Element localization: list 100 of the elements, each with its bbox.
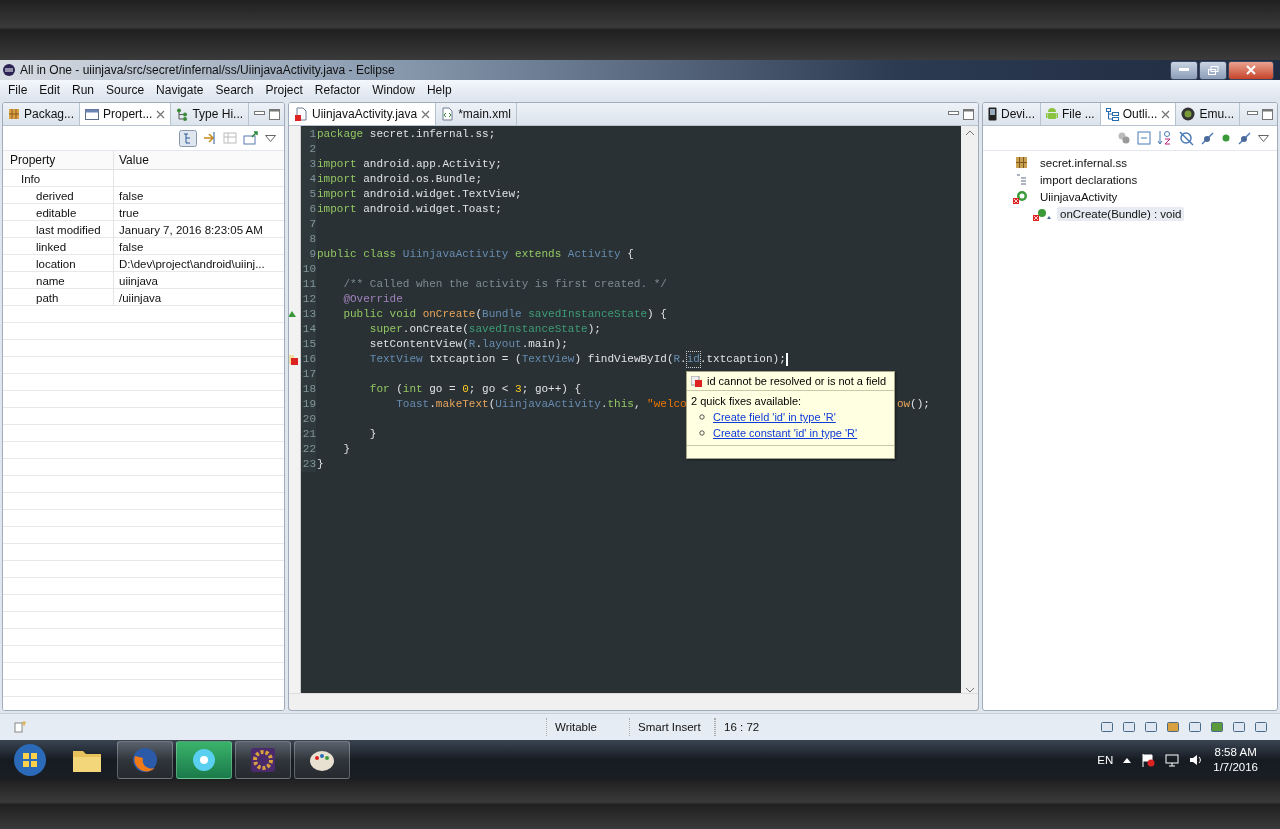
properties-icon	[85, 108, 100, 120]
maximize-icon[interactable]	[1262, 108, 1273, 120]
code-line: import android.widget.TextView;	[316, 187, 522, 202]
panel-tab[interactable]: Outli...	[1100, 103, 1177, 125]
menu-item[interactable]: Window	[366, 82, 421, 97]
code-line: package secret.infernal.ss;	[316, 127, 496, 142]
property-value: false	[119, 240, 144, 253]
flag-icon[interactable]	[1141, 753, 1156, 767]
restore-icon	[1207, 65, 1219, 75]
menu-item[interactable]: Search	[209, 82, 260, 97]
restore-button[interactable]	[1199, 60, 1227, 80]
circles-icon[interactable]	[1117, 131, 1131, 145]
film-icon[interactable]	[176, 741, 232, 779]
scroll-up-icon[interactable]	[965, 130, 974, 135]
eclipse-icon	[2, 63, 16, 77]
minimize-icon[interactable]	[948, 110, 959, 118]
outline-item[interactable]: onCreate(Bundle) : void	[1057, 206, 1185, 221]
property-value: /uiinjava	[119, 291, 162, 304]
minimize-icon[interactable]	[254, 110, 265, 118]
status-field: Writable	[546, 718, 629, 736]
menu-item[interactable]: Help	[420, 82, 458, 97]
code-line: import android.widget.Toast;	[316, 202, 502, 217]
quick-fix-link[interactable]: Create field 'id' in type 'R'	[713, 411, 836, 423]
window-icon[interactable]	[1100, 720, 1114, 734]
filter-icon[interactable]	[203, 131, 217, 145]
menu-item[interactable]: Edit	[33, 82, 67, 97]
line-number: 18	[301, 382, 316, 397]
outline-item[interactable]: UiinjavaActivity	[1037, 189, 1121, 204]
sort-icon[interactable]	[1157, 130, 1173, 146]
clock-date[interactable]: 1/7/2016	[1213, 760, 1258, 775]
code-line: super.onCreate(savedInstanceState);	[368, 322, 601, 337]
line-number: 20	[301, 412, 316, 427]
horizontal-scrollbar[interactable]	[289, 693, 978, 710]
minimize-icon	[1179, 68, 1189, 72]
property-name: editable	[35, 206, 77, 219]
menu-item[interactable]: Project	[259, 82, 309, 97]
dropdown-icon[interactable]	[1258, 134, 1269, 142]
menu-item[interactable]: Run	[66, 82, 101, 97]
bullet-icon	[699, 414, 705, 420]
quick-fix-link[interactable]: Create constant 'id' in type 'R'	[713, 427, 858, 439]
palette-icon[interactable]	[294, 741, 350, 779]
outline-item[interactable]: import declarations	[1037, 172, 1141, 187]
maximize-icon[interactable]	[963, 108, 974, 120]
property-name: derived	[35, 189, 74, 202]
language-indicator[interactable]: EN	[1097, 754, 1114, 766]
minimize-icon[interactable]	[1247, 110, 1258, 118]
line-number: 7	[301, 217, 316, 232]
menu-item[interactable]: File	[2, 82, 34, 97]
hierarchy-icon	[176, 107, 189, 121]
close-icon[interactable]	[421, 109, 431, 119]
maximize-icon[interactable]	[269, 108, 280, 120]
line-number: 2	[301, 142, 316, 157]
panel-tab[interactable]: Emu...	[1176, 103, 1241, 125]
hide-fields-icon[interactable]	[1179, 130, 1194, 146]
emulator-icon	[1181, 107, 1196, 121]
property-name: path	[35, 291, 59, 304]
up-arrow-icon[interactable]	[1123, 757, 1132, 763]
line-number: 22	[301, 442, 316, 457]
code-line: import android.os.Bundle;	[316, 172, 483, 187]
menu-item[interactable]: Source	[100, 82, 151, 97]
menu-item[interactable]: Refactor	[308, 82, 367, 97]
property-value: false	[119, 189, 144, 202]
menu-item[interactable]: Navigate	[150, 82, 210, 97]
code-line: public class UiinjavaActivity extends Activity {	[316, 247, 634, 262]
close-button[interactable]	[1228, 60, 1274, 80]
browser-icon[interactable]	[117, 741, 173, 779]
pin-icon[interactable]	[243, 131, 259, 145]
dropdown-icon[interactable]	[265, 134, 276, 142]
outline-item[interactable]: secret.infernal.ss	[1037, 155, 1130, 170]
phone-icon	[988, 107, 997, 121]
panel-tab[interactable]: Devi...	[983, 103, 1041, 125]
tree-icon[interactable]	[179, 129, 197, 147]
panel-tab[interactable]: Type Hi...	[171, 103, 250, 125]
panel-tab[interactable]: File ...	[1041, 103, 1101, 125]
line-number: 14	[301, 322, 316, 337]
error-message: id cannot be resolved or is not a field	[707, 375, 887, 387]
line-number: 10	[301, 262, 316, 277]
property-name: linked	[35, 240, 67, 253]
code-line: public void onCreate(Bundle savedInstanceState) {	[342, 307, 667, 322]
code-line: }	[342, 442, 350, 457]
scroll-down-icon[interactable]	[965, 688, 974, 693]
hide-static-icon[interactable]	[1200, 130, 1215, 146]
column-header: Property	[10, 153, 56, 167]
close-icon[interactable]	[1161, 109, 1171, 119]
java-file-icon	[294, 107, 308, 121]
dot-icon[interactable]	[1221, 133, 1231, 143]
gear-icon[interactable]	[235, 741, 291, 779]
close-icon[interactable]	[156, 109, 166, 119]
clock-time[interactable]: 8:58 AM	[1214, 745, 1257, 760]
panel-tab[interactable]: UiinjavaActivity.java	[289, 103, 437, 125]
minimize-button[interactable]	[1170, 60, 1198, 80]
speaker-icon[interactable]	[1189, 753, 1204, 767]
line-number: 8	[301, 232, 316, 247]
status-field: Smart Insert	[629, 718, 715, 736]
line-number: 1	[301, 127, 316, 142]
line-number: 3	[301, 157, 316, 172]
panel-tab[interactable]: *main.xml	[436, 103, 517, 125]
xml-file-icon	[441, 107, 455, 121]
panel-tab[interactable]: Propert...	[80, 103, 172, 125]
hide-local-icon[interactable]	[1237, 130, 1252, 146]
